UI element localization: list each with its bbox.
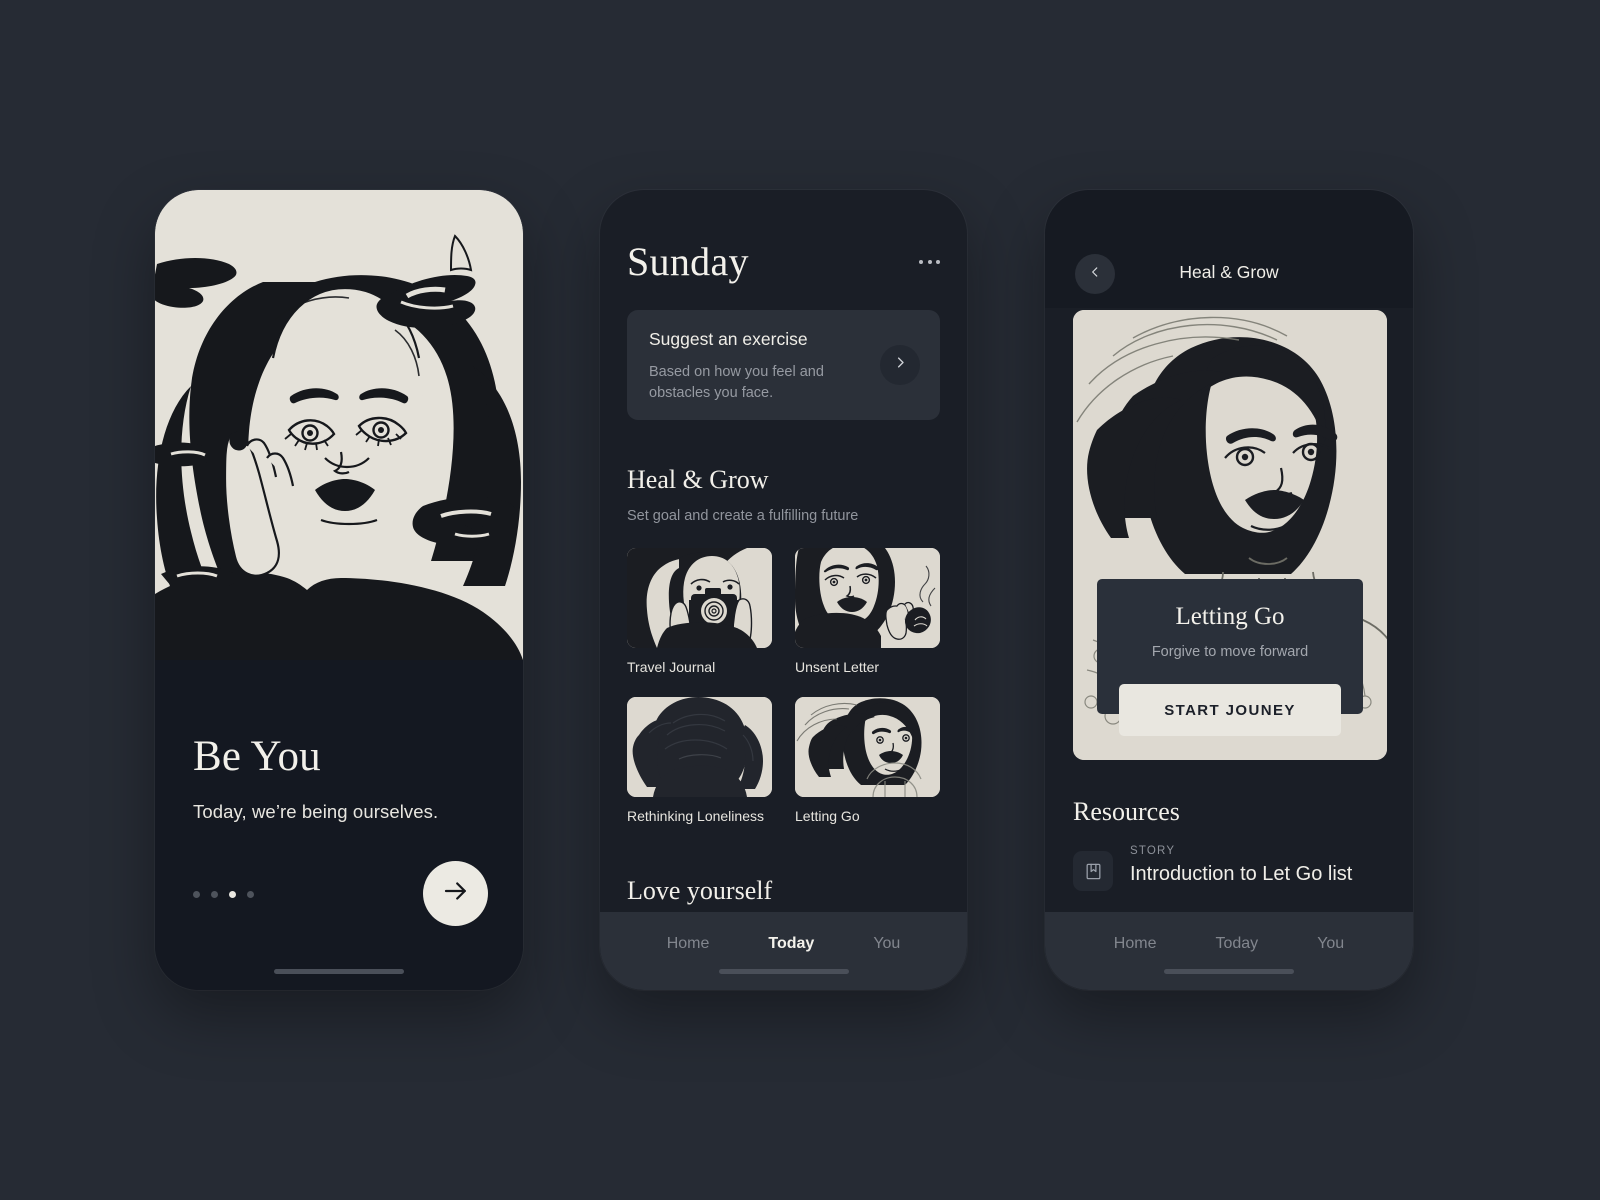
grid-item-label: Unsent Letter <box>795 659 880 675</box>
rethinking-loneliness-thumbnail <box>627 697 772 797</box>
tab-you[interactable]: You <box>873 935 900 953</box>
unsent-letter-thumbnail <box>795 548 940 648</box>
more-horizontal-icon[interactable] <box>919 260 940 264</box>
love-yourself-section-title: Love yourself <box>627 876 773 905</box>
onboarding-illustration <box>155 190 523 660</box>
grid-item-unsent-letter[interactable]: Unsent Letter <box>795 548 940 675</box>
onboarding-screen: Be You Today, we’re being ourselves. <box>155 190 523 990</box>
resource-title: Introduction to Let Go list <box>1130 863 1353 885</box>
grid-item-label: Rethinking Loneliness <box>627 808 764 824</box>
bookmark-book-icon <box>1073 851 1113 891</box>
grid-item-label: Travel Journal <box>627 659 716 675</box>
letting-go-thumbnail <box>795 697 940 797</box>
home-indicator <box>718 969 849 974</box>
overlay-subtitle: Forgive to move forward <box>1151 644 1309 660</box>
grid-item-letting-go[interactable]: Letting Go <box>795 697 940 824</box>
suggest-card-arrow-button[interactable] <box>880 345 920 385</box>
next-button[interactable] <box>423 861 488 926</box>
suggest-card-description: Based on how you feel and obstacles you … <box>649 364 824 402</box>
pagination-dot[interactable] <box>247 891 254 898</box>
suggest-exercise-card[interactable]: Suggest an exercise Based on how you fee… <box>627 310 940 420</box>
heal-grow-grid: Travel Journal Unsent Letter Rethinking … <box>627 548 940 824</box>
tab-today[interactable]: Today <box>1215 935 1258 953</box>
pagination-dots <box>193 891 254 898</box>
screenshot-stage: Be You Today, we’re being ourselves. Sun… <box>0 0 1600 1200</box>
bottom-tab-bar: Home Today You <box>600 912 967 990</box>
tab-home[interactable]: Home <box>667 935 710 953</box>
today-scroll-area[interactable]: Sunday Suggest an exercise Based on how … <box>600 190 967 930</box>
letting-go-hero-card[interactable]: Letting Go Forgive to move forward START… <box>1073 310 1387 760</box>
today-screen: Sunday Suggest an exercise Based on how … <box>600 190 967 990</box>
tab-you[interactable]: You <box>1317 935 1344 953</box>
overlay-title: Letting Go <box>1175 603 1285 630</box>
suggest-card-title: Suggest an exercise <box>649 329 808 349</box>
home-indicator <box>274 969 404 974</box>
page-title: Be You <box>193 733 321 780</box>
phone-detail: Heal & Grow Letting Go Forgive to move f… <box>1045 190 1413 990</box>
home-indicator <box>1164 969 1294 974</box>
pagination-dot[interactable] <box>193 891 200 898</box>
detail-screen: Heal & Grow Letting Go Forgive to move f… <box>1045 190 1413 990</box>
page-title: Heal & Grow <box>1179 262 1279 282</box>
letting-go-overlay: Letting Go Forgive to move forward START… <box>1097 579 1363 736</box>
page-title: Sunday <box>627 239 749 284</box>
resource-text-block: STORY Introduction to Let Go list <box>1130 845 1352 886</box>
resource-list-item[interactable]: STORY Introduction to Let Go list <box>1073 845 1352 891</box>
start-journey-button[interactable]: START JOUNEY <box>1119 684 1341 736</box>
heal-grow-section-subtitle: Set goal and create a fulfilling future <box>627 508 859 524</box>
resource-kicker: STORY <box>1130 845 1176 857</box>
travel-journal-thumbnail <box>627 548 772 648</box>
onboarding-copy-area: Be You Today, we’re being ourselves. <box>155 660 523 990</box>
grid-item-label: Letting Go <box>795 808 860 824</box>
grid-item-travel-journal[interactable]: Travel Journal <box>627 548 772 675</box>
today-header: Sunday <box>627 242 940 282</box>
phone-today: Sunday Suggest an exercise Based on how … <box>600 190 967 990</box>
resources-section-title: Resources <box>1073 797 1180 826</box>
pagination-dot[interactable] <box>211 891 218 898</box>
page-subtitle: Today, we’re being ourselves. <box>193 801 439 822</box>
detail-top-bar: Heal & Grow <box>1045 190 1413 308</box>
phone-onboarding: Be You Today, we’re being ourselves. <box>155 190 523 990</box>
arrow-right-icon <box>441 876 471 911</box>
heal-grow-section-title: Heal & Grow <box>627 465 769 494</box>
tab-home[interactable]: Home <box>1114 935 1157 953</box>
chevron-right-icon <box>893 355 908 375</box>
grid-item-rethinking-loneliness[interactable]: Rethinking Loneliness <box>627 697 772 824</box>
pagination-dot-active[interactable] <box>229 891 236 898</box>
bottom-tab-bar: Home Today You <box>1045 912 1413 990</box>
tab-today[interactable]: Today <box>768 935 814 953</box>
